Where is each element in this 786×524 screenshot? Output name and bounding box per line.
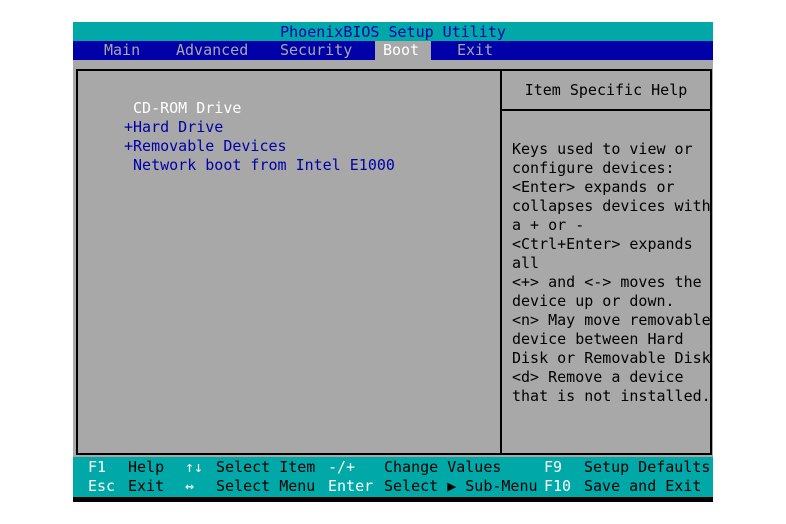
menu-main[interactable]: Main [96,41,148,60]
help-line: device between Hard [512,330,684,348]
bottom-border [73,497,713,502]
help-line: Disk or Removable Disk [512,349,711,367]
boot-item-removable[interactable]: +Removable Devices [124,137,287,156]
help-line: <d> Remove a device [512,368,684,386]
help-line: <Ctrl+Enter> expands [512,235,693,253]
arrows-leftright-icon: ↔ [185,477,195,495]
key-f9-desc: Setup Defaults [584,458,711,476]
help-line: Keys used to view or [512,140,693,158]
help-line: that is not installed. [512,387,711,405]
boot-item-cdrom[interactable]: CD-ROM Drive [124,99,241,118]
boot-item-label: CD-ROM Drive [133,99,242,117]
key-f9: F9 [544,458,563,476]
help-line: configure devices: [512,159,675,177]
menu-boot[interactable]: Boot [375,41,431,60]
key-legend: F1 Help ↑↓ Select Item -/+ Change Values… [73,457,713,497]
arrows-updown-icon: ↑↓ [185,458,204,476]
help-panel: Item Specific Help Keys used to view or c… [500,69,712,455]
bios-screen: PhoenixBIOS Setup Utility Main Advanced … [73,22,713,502]
help-line: device up or down. [512,292,675,310]
key-f1-desc: Help [128,458,165,476]
key-updown-desc: Select Item [216,458,316,476]
boot-item-label: Removable Devices [133,137,287,155]
key-esc: Esc [88,477,116,495]
menu-advanced[interactable]: Advanced [168,41,256,60]
menu-security[interactable]: Security [272,41,360,60]
expand-icon: + [124,137,134,155]
key-f1: F1 [88,458,107,476]
boot-item-network[interactable]: Network boot from Intel E1000 [124,156,395,175]
help-line: <n> May move removable [512,311,711,329]
key-plusminus-desc: Change Values [384,458,502,476]
help-title: Item Specific Help [502,71,710,111]
boot-item-prefix [124,156,133,174]
key-leftright-desc: Select Menu [216,477,316,495]
help-line: a + or - [512,216,585,234]
key-plusminus: -/+ [328,458,356,476]
key-enter: Enter [328,477,374,495]
help-line: <Enter> expands or [512,178,675,196]
key-f10-desc: Save and Exit [584,477,702,495]
expand-icon: + [124,118,134,136]
boot-item-label: Network boot from Intel E1000 [133,156,395,174]
key-f10: F10 [544,477,572,495]
help-text: Keys used to view or configure devices: <E… [502,111,711,406]
help-line: collapses devices with [512,197,711,215]
boot-item-hard-drive[interactable]: +Hard Drive [124,118,223,137]
boot-item-label: Hard Drive [133,118,224,136]
help-line: all [512,254,540,272]
help-line: <+> and <-> moves the [512,273,702,291]
bios-title: PhoenixBIOS Setup Utility [73,22,713,41]
boot-item-prefix [124,99,133,117]
key-enter-desc: Select ▶ Sub-Menu [384,477,538,495]
key-esc-desc: Exit [128,477,165,495]
boot-order-panel: CD-ROM Drive +Hard Drive +Removable Devi… [76,69,504,455]
menu-exit[interactable]: Exit [449,41,501,60]
menu-bar: Main Advanced Security Boot Exit [73,41,713,60]
